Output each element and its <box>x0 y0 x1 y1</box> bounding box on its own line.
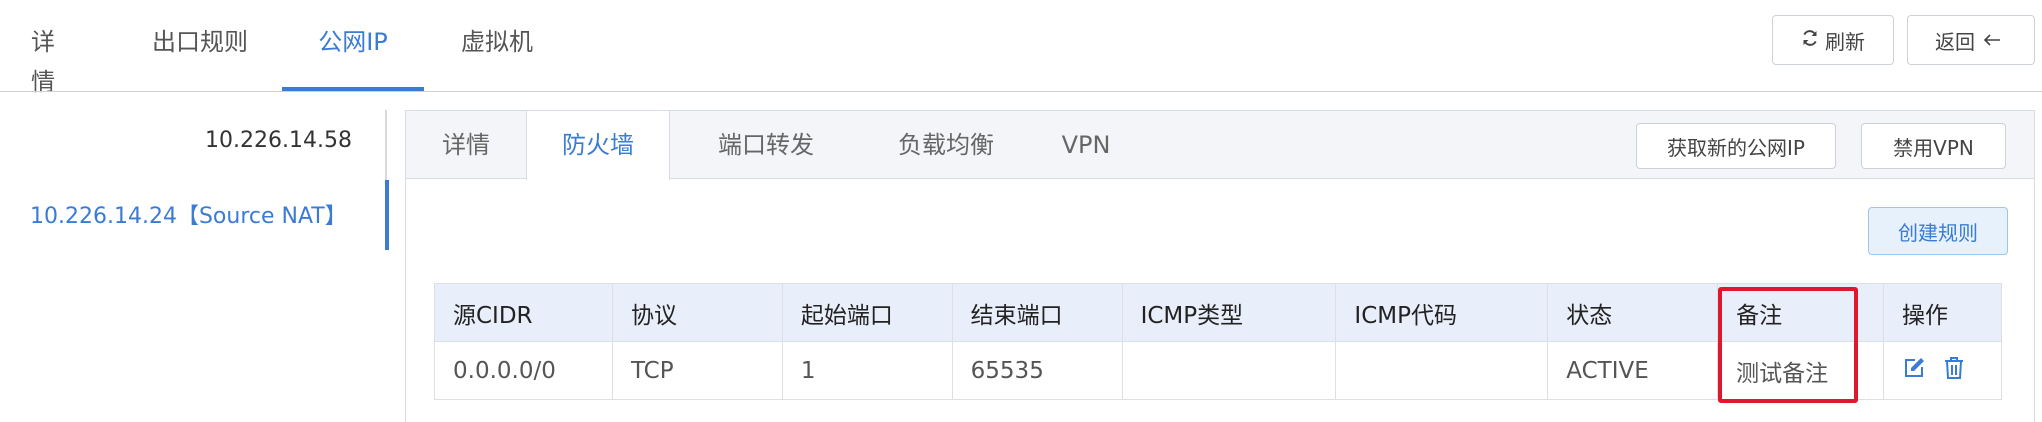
cell-protocol: TCP <box>611 341 783 400</box>
col-header-icmp-type: ICMP类型 <box>1121 283 1337 342</box>
ip-list-item[interactable]: 10.226.14.58 <box>52 128 352 153</box>
create-rule-button[interactable]: 创建规则 <box>1868 207 2008 255</box>
cell-remark: 测试备注 <box>1717 341 1885 400</box>
top-divider <box>0 91 2042 92</box>
col-header-end-port: 结束端口 <box>951 283 1123 342</box>
ip-list-active-indicator <box>385 180 389 250</box>
tab-public-ip[interactable]: 公网IP <box>282 22 424 82</box>
cell-cidr: 0.0.0.0/0 <box>434 341 613 400</box>
col-header-icmp-code: ICMP代码 <box>1335 283 1549 342</box>
inner-tab-load-balancing[interactable]: 负载均衡 <box>866 111 1026 179</box>
refresh-icon <box>1801 28 1825 52</box>
col-header-protocol: 协议 <box>611 283 783 342</box>
trash-icon[interactable] <box>1943 356 1965 386</box>
firewall-panel: 详情 防火墙 端口转发 负载均衡 VPN 获取新的公网IP 禁用VPN 创建规则… <box>405 110 2035 422</box>
cell-icmp-code <box>1335 341 1549 400</box>
cell-end-port: 65535 <box>951 341 1123 400</box>
tab-vms[interactable]: 虚拟机 <box>458 22 536 82</box>
table-header-row: 源CIDR 协议 起始端口 结束端口 ICMP类型 ICMP代码 状态 备注 操… <box>434 283 2002 342</box>
tab-details[interactable]: 详情 <box>22 22 64 96</box>
cell-status: ACTIVE <box>1547 341 1719 400</box>
inner-tab-bar: 详情 防火墙 端口转发 负载均衡 VPN 获取新的公网IP 禁用VPN <box>406 111 2034 180</box>
col-header-remark: 备注 <box>1717 283 1885 342</box>
table-row: 0.0.0.0/0 TCP 1 65535 ACTIVE 测试备注 <box>434 341 2002 400</box>
cell-icmp-type <box>1121 341 1337 400</box>
refresh-label: 刷新 <box>1825 29 1865 54</box>
back-label: 返回 <box>1935 29 1975 54</box>
cell-actions <box>1883 341 2002 400</box>
refresh-button[interactable]: 刷新 <box>1772 15 1894 65</box>
back-button[interactable]: 返回 <box>1907 15 2035 65</box>
col-header-start-port: 起始端口 <box>781 283 953 342</box>
ip-list-item-selected[interactable]: 10.226.14.24【Source NAT】 <box>30 198 347 230</box>
arrow-left-icon <box>1983 28 2007 52</box>
firewall-rules-table: 源CIDR 协议 起始端口 结束端口 ICMP类型 ICMP代码 状态 备注 操… <box>434 283 2002 400</box>
col-header-actions: 操作 <box>1883 283 2002 342</box>
edit-icon[interactable] <box>1902 356 1926 386</box>
col-header-cidr: 源CIDR <box>434 283 613 342</box>
cell-start-port: 1 <box>781 341 953 400</box>
acquire-public-ip-button[interactable]: 获取新的公网IP <box>1636 123 1836 169</box>
tab-egress-rules[interactable]: 出口规则 <box>150 22 250 82</box>
inner-tab-vpn[interactable]: VPN <box>1036 111 1136 179</box>
disable-vpn-button[interactable]: 禁用VPN <box>1861 123 2006 169</box>
col-header-status: 状态 <box>1547 283 1719 342</box>
inner-tab-firewall[interactable]: 防火墙 <box>526 111 670 180</box>
top-tab-bar: 详情 出口规则 公网IP 虚拟机 刷新 返回 <box>0 0 2042 96</box>
inner-tab-port-forwarding[interactable]: 端口转发 <box>696 111 836 179</box>
inner-tab-details[interactable]: 详情 <box>406 111 526 179</box>
